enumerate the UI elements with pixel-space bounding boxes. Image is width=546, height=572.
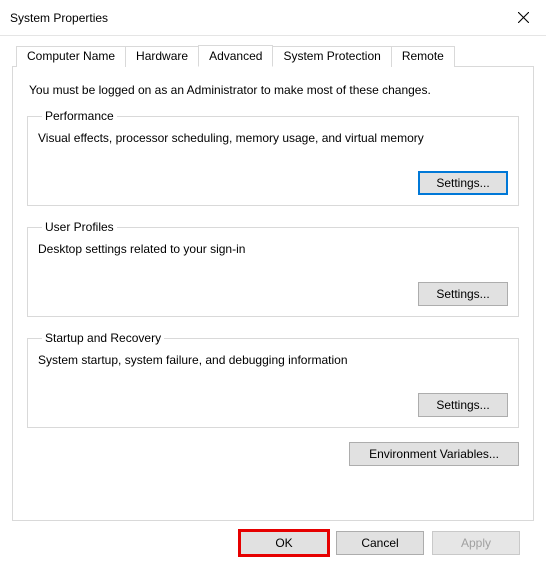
startup-recovery-desc: System startup, system failure, and debu… [38, 353, 508, 367]
environment-variables-button[interactable]: Environment Variables... [349, 442, 519, 466]
startup-recovery-settings-button[interactable]: Settings... [418, 393, 508, 417]
tab-strip: Computer Name Hardware Advanced System P… [12, 44, 534, 66]
performance-desc: Visual effects, processor scheduling, me… [38, 131, 508, 145]
group-user-profiles-legend: User Profiles [42, 220, 117, 234]
dialog-body: Computer Name Hardware Advanced System P… [0, 36, 546, 563]
cancel-button[interactable]: Cancel [336, 531, 424, 555]
performance-settings-button[interactable]: Settings... [418, 171, 508, 195]
user-profiles-desc: Desktop settings related to your sign-in [38, 242, 508, 256]
group-performance: Performance Visual effects, processor sc… [27, 109, 519, 206]
admin-notice: You must be logged on as an Administrato… [29, 83, 519, 97]
user-profiles-settings-button[interactable]: Settings... [418, 282, 508, 306]
group-startup-recovery-legend: Startup and Recovery [42, 331, 164, 345]
tab-advanced[interactable]: Advanced [198, 45, 273, 67]
group-performance-legend: Performance [42, 109, 117, 123]
tab-content-advanced: You must be logged on as an Administrato… [12, 66, 534, 521]
group-startup-recovery: Startup and Recovery System startup, sys… [27, 331, 519, 428]
window-title: System Properties [10, 11, 108, 25]
dialog-footer: OK Cancel Apply [12, 521, 534, 555]
tab-system-protection[interactable]: System Protection [272, 46, 391, 67]
ok-button[interactable]: OK [240, 531, 328, 555]
tab-remote[interactable]: Remote [391, 46, 455, 67]
close-button[interactable] [500, 2, 546, 34]
titlebar: System Properties [0, 0, 546, 36]
tab-computer-name[interactable]: Computer Name [16, 46, 126, 67]
apply-button: Apply [432, 531, 520, 555]
group-user-profiles: User Profiles Desktop settings related t… [27, 220, 519, 317]
close-icon [518, 12, 529, 23]
tab-hardware[interactable]: Hardware [125, 46, 199, 67]
